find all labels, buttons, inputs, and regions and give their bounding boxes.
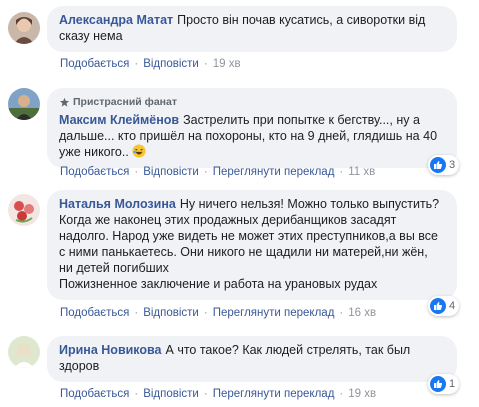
comment-bubble: Александра Матат Просто він почав кусатис… [47, 6, 457, 52]
like-icon [430, 298, 446, 314]
reply-link[interactable]: Відповісти [143, 388, 199, 400]
comment-actions: Подобається · Відповісти · Переглянути перек… [60, 388, 376, 400]
reaction-count[interactable]: 1 [428, 374, 460, 394]
reaction-number: 4 [449, 300, 456, 312]
fan-badge: Пристрасний фанат [59, 94, 445, 110]
separator: · [339, 388, 344, 400]
like-link[interactable]: Подобається [60, 166, 129, 178]
reaction-number: 1 [449, 378, 456, 390]
comment-author[interactable]: Ирина Новикова [59, 343, 162, 357]
separator: · [134, 58, 139, 70]
comment-bubble: Наталья Молозина Ну ничего нельзя! Можно … [47, 190, 457, 300]
translate-link[interactable]: Переглянути переклад [213, 307, 335, 319]
comment-bubble: Ирина Новикова А что такое? Как людей стр… [47, 336, 457, 382]
separator: · [134, 307, 139, 319]
timestamp[interactable]: 19 хв [348, 388, 376, 400]
comment-actions: Подобається · Відповісти · Переглянути перек… [60, 166, 375, 178]
avatar[interactable] [8, 12, 40, 44]
separator: · [203, 166, 208, 178]
comment-author[interactable]: Наталья Молозина [59, 197, 176, 211]
separator: · [134, 166, 139, 178]
avatar[interactable] [8, 88, 40, 120]
separator: · [339, 166, 344, 178]
reply-link[interactable]: Відповісти [143, 166, 199, 178]
comment-actions: Подобається · Відповісти · Переглянути перек… [60, 307, 376, 319]
timestamp[interactable]: 16 хв [348, 307, 376, 319]
fan-badge-icon [59, 97, 70, 107]
reaction-number: 3 [449, 159, 456, 171]
like-link[interactable]: Подобається [60, 388, 129, 400]
fan-badge-label: Пристрасний фанат [73, 96, 178, 108]
separator: · [203, 307, 208, 319]
haha-emoji-icon [132, 144, 146, 158]
avatar[interactable] [8, 336, 40, 368]
comment-actions: Подобається · Відповісти · 19 хв [60, 58, 241, 70]
translate-link[interactable]: Переглянути переклад [213, 166, 335, 178]
reply-link[interactable]: Відповісти [143, 307, 199, 319]
like-link[interactable]: Подобається [60, 58, 129, 70]
separator: · [203, 58, 208, 70]
comment-author[interactable]: Максим Клеймёнов [59, 113, 179, 127]
reaction-count[interactable]: 4 [428, 296, 460, 316]
reply-link[interactable]: Відповісти [143, 58, 199, 70]
comment-bubble: Пристрасний фанат Максим Клеймёнов Застре… [47, 88, 457, 168]
timestamp[interactable]: 19 хв [213, 58, 241, 70]
separator: · [134, 388, 139, 400]
avatar[interactable] [8, 194, 40, 226]
timestamp[interactable]: 11 хв [348, 166, 375, 178]
like-icon [430, 376, 446, 392]
separator: · [203, 388, 208, 400]
comment-text: Ну ничего нельзя! Можно только выпустить… [59, 197, 440, 291]
reaction-count[interactable]: 3 [428, 155, 460, 175]
comment-author[interactable]: Александра Матат [59, 13, 173, 27]
like-icon [430, 157, 446, 173]
like-link[interactable]: Подобається [60, 307, 129, 319]
translate-link[interactable]: Переглянути переклад [213, 388, 335, 400]
separator: · [339, 307, 344, 319]
